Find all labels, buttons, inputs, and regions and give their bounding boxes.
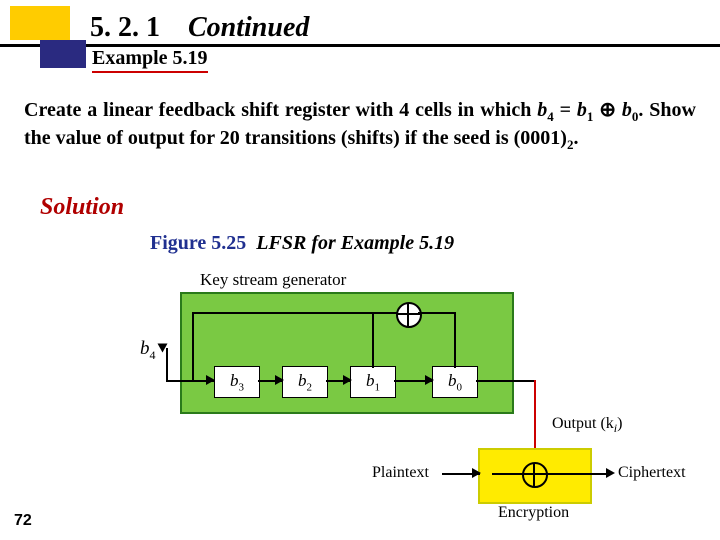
figure-number: Figure 5.25 bbox=[150, 232, 246, 254]
arrow-icon bbox=[343, 375, 352, 385]
wire bbox=[454, 312, 456, 368]
xor-feedback-icon bbox=[396, 302, 422, 328]
problem-statement: Create a linear feedback shift register … bbox=[24, 98, 696, 153]
lfsr-diagram: Key stream generator b4 b3 b2 b1 b0 Outp… bbox=[120, 270, 660, 520]
arrow-icon bbox=[606, 468, 615, 478]
arrow-icon bbox=[275, 375, 284, 385]
eq-b0: b bbox=[622, 99, 632, 121]
cell-b3: b3 bbox=[214, 366, 260, 398]
ksg-label: Key stream generator bbox=[200, 270, 346, 290]
problem-prefix: Create a linear feedback shift register … bbox=[24, 99, 537, 121]
arrow-icon bbox=[472, 468, 481, 478]
solution-heading: Solution bbox=[40, 194, 124, 221]
eq-eq: = bbox=[554, 99, 577, 121]
figure-title: LFSR for Example 5.19 bbox=[256, 232, 454, 254]
cell-b2: b2 bbox=[282, 366, 328, 398]
section-title: 5. 2. 1 Continued bbox=[90, 12, 309, 44]
eq-b1: b bbox=[577, 99, 587, 121]
wire bbox=[372, 312, 374, 368]
eq-b4: b bbox=[537, 99, 547, 121]
arrow-icon bbox=[158, 344, 168, 353]
decor-yellow-block bbox=[10, 6, 70, 40]
wire bbox=[476, 380, 536, 382]
example-label: Example 5.19 bbox=[92, 47, 208, 73]
section-number: 5. 2. 1 bbox=[90, 12, 160, 43]
figure-caption: Figure 5.25 LFSR for Example 5.19 bbox=[150, 232, 454, 255]
plaintext-label: Plaintext bbox=[372, 464, 429, 482]
problem-end: . bbox=[573, 127, 578, 149]
b4-input-label: b4 bbox=[140, 338, 156, 363]
arrow-icon bbox=[425, 375, 434, 385]
page-number: 72 bbox=[14, 512, 32, 530]
decor-navy-block bbox=[40, 40, 86, 68]
wire bbox=[192, 312, 398, 314]
wire bbox=[546, 473, 610, 475]
wire bbox=[492, 473, 524, 475]
cell-b1: b1 bbox=[350, 366, 396, 398]
xor-encrypt-icon bbox=[522, 462, 548, 488]
cell-b0: b0 bbox=[432, 366, 478, 398]
wire bbox=[166, 348, 168, 382]
eq-xor: ⊕ bbox=[593, 99, 622, 121]
output-label: Output (ki) bbox=[552, 415, 622, 436]
arrow-icon bbox=[206, 375, 215, 385]
section-title-text: Continued bbox=[188, 12, 309, 43]
slide-header: 5. 2. 1 Continued Example 5.19 bbox=[0, 0, 720, 78]
ciphertext-label: Ciphertext bbox=[618, 464, 686, 482]
encryption-label: Encryption bbox=[498, 504, 569, 522]
wire bbox=[418, 312, 456, 314]
wire bbox=[192, 312, 194, 382]
